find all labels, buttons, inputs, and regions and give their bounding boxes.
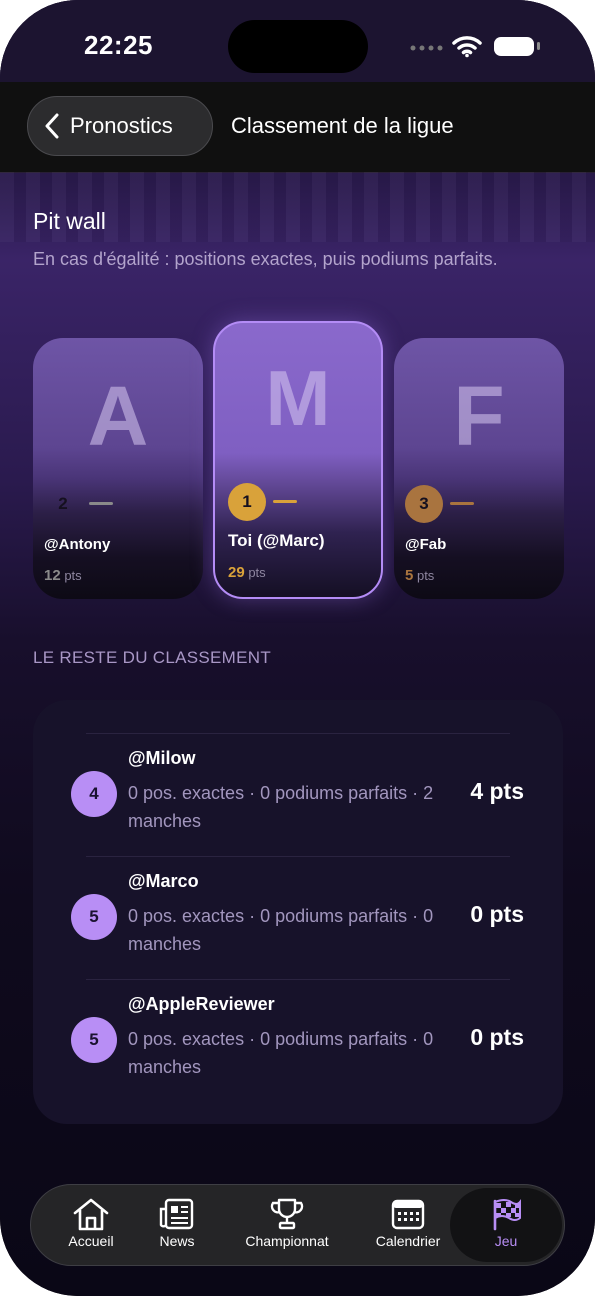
wifi-icon bbox=[452, 36, 482, 58]
tab-bar: Accueil News Championnat Calendrier Jeu bbox=[30, 1184, 565, 1266]
back-button[interactable]: Pronostics bbox=[27, 96, 213, 156]
ranking-row[interactable]: 5 @Marco 0 pos. exactes · 0 podiums parf… bbox=[33, 856, 563, 978]
avatar-letter: A bbox=[87, 369, 149, 463]
battery-tip bbox=[537, 42, 540, 50]
player-name: @Milow bbox=[128, 748, 196, 768]
player-points: 4 pts bbox=[470, 778, 524, 804]
league-name: Pit wall bbox=[33, 208, 106, 234]
avatar-letter: M bbox=[265, 354, 331, 442]
section-title: LE RESTE DU CLASSEMENT bbox=[33, 648, 272, 667]
player-stats: 0 pos. exactes · 0 podiums parfaits · 0 … bbox=[128, 906, 434, 954]
ranking-list: 4 @Milow 0 pos. exactes · 0 podiums parf… bbox=[33, 700, 563, 1124]
checkered-flag-icon bbox=[493, 1199, 521, 1231]
player-stats: 0 pos. exactes · 0 podiums parfaits · 2 … bbox=[128, 783, 434, 831]
ranking-row[interactable]: 4 @Milow 0 pos. exactes · 0 podiums parf… bbox=[33, 733, 563, 855]
rank-badge: 5 bbox=[71, 894, 117, 940]
podium-card-second[interactable]: A 2 @Antony 12 pts bbox=[33, 338, 203, 599]
phone-frame: 22:25 Pronostics Classement de la ligue … bbox=[0, 0, 595, 1296]
house-icon bbox=[73, 1198, 109, 1231]
tab-label: Jeu bbox=[494, 1233, 518, 1249]
player-points: 0 pts bbox=[470, 1024, 524, 1050]
rank-badge: 5 bbox=[71, 1017, 117, 1063]
battery-icon bbox=[494, 37, 534, 56]
tab-label: News bbox=[159, 1233, 195, 1249]
player-name: @Antony bbox=[44, 536, 111, 553]
tab-accueil[interactable]: Accueil bbox=[53, 1185, 129, 1267]
ranking-row[interactable]: 5 @AppleReviewer 0 pos. exactes · 0 podi… bbox=[33, 979, 563, 1101]
rank-trend-dash bbox=[89, 502, 113, 505]
newspaper-icon bbox=[159, 1198, 194, 1230]
player-name: @AppleReviewer bbox=[128, 994, 275, 1014]
player-points: 5 pts bbox=[405, 567, 435, 584]
avatar-letter: F bbox=[453, 369, 505, 463]
tab-label: Championnat bbox=[245, 1233, 329, 1249]
trophy-icon bbox=[270, 1198, 304, 1230]
row-divider bbox=[86, 733, 510, 734]
status-bar: 22:25 bbox=[0, 0, 595, 82]
tab-championnat[interactable]: Championnat bbox=[231, 1185, 343, 1267]
tab-calendrier[interactable]: Calendrier bbox=[365, 1185, 451, 1267]
player-name: @Fab bbox=[405, 536, 447, 553]
tab-jeu[interactable]: Jeu bbox=[473, 1185, 539, 1267]
tab-news[interactable]: News bbox=[144, 1185, 210, 1267]
back-button-label: Pronostics bbox=[70, 113, 173, 138]
cellular-signal-icon bbox=[410, 45, 443, 51]
status-time: 22:25 bbox=[84, 30, 153, 60]
rank-badge: 2 bbox=[58, 494, 68, 513]
screen: 22:25 Pronostics Classement de la ligue … bbox=[0, 0, 595, 1296]
podium-card-first[interactable]: M 1 Toi (@Marc) 29 pts bbox=[213, 321, 383, 599]
rank-badge: 3 bbox=[405, 485, 443, 523]
player-stats: 0 pos. exactes · 0 podiums parfaits · 0 … bbox=[128, 1029, 434, 1077]
rank-trend-dash bbox=[273, 500, 297, 503]
player-points: 29 pts bbox=[228, 564, 266, 581]
player-points: 0 pts bbox=[470, 901, 524, 927]
row-divider bbox=[86, 856, 510, 857]
podium-card-third[interactable]: F 3 @Fab 5 pts bbox=[394, 338, 564, 599]
player-name: @Marco bbox=[128, 871, 199, 891]
player-points: 12 pts bbox=[44, 567, 82, 584]
tie-break-note: En cas d'égalité : positions exactes, pu… bbox=[33, 249, 498, 269]
tab-label: Accueil bbox=[68, 1233, 114, 1249]
rank-badge: 1 bbox=[228, 483, 266, 521]
chevron-left-icon bbox=[45, 113, 59, 139]
calendar-icon bbox=[391, 1199, 425, 1230]
navigation-bar: Pronostics Classement de la ligue bbox=[0, 82, 595, 173]
rank-trend-dash bbox=[450, 502, 474, 505]
row-divider bbox=[86, 979, 510, 980]
dynamic-island bbox=[228, 20, 368, 73]
player-name: Toi (@Marc) bbox=[228, 531, 325, 550]
tab-label: Calendrier bbox=[375, 1233, 441, 1249]
page-title: Classement de la ligue bbox=[231, 113, 454, 138]
rank-badge: 4 bbox=[71, 771, 117, 817]
